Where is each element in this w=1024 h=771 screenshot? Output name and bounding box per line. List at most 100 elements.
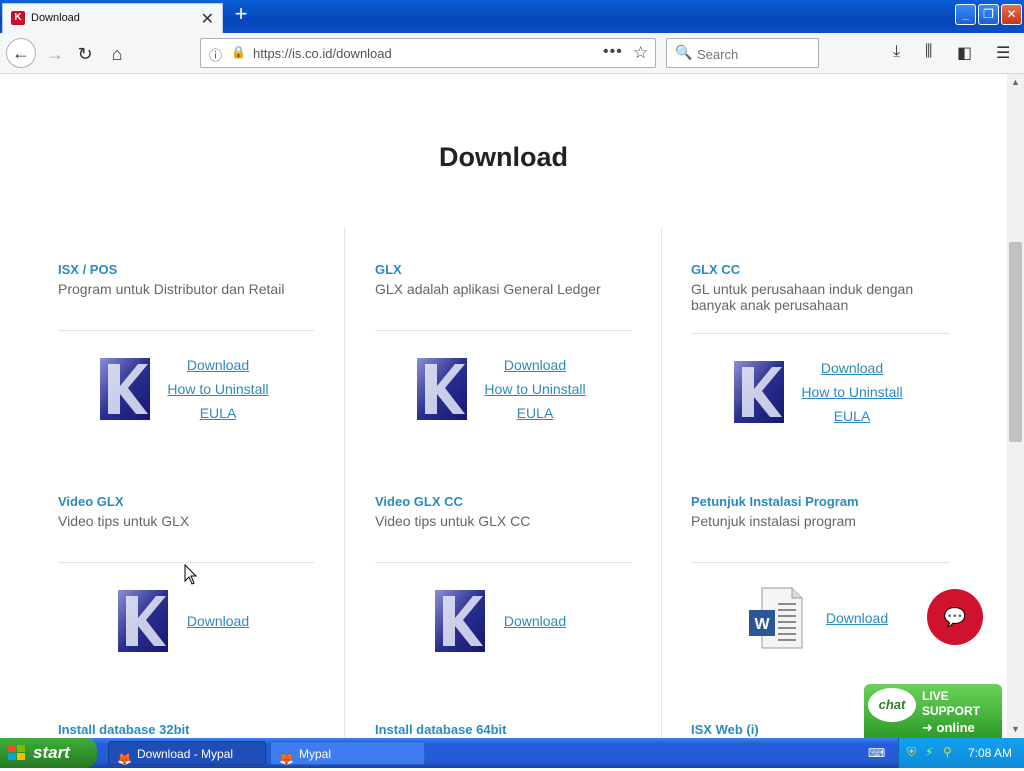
back-button[interactable]: ← [6,38,36,68]
minimize-window-button[interactable]: _ [955,4,976,25]
home-button[interactable]: ⌂ [104,41,130,67]
scroll-up-icon[interactable]: ▲ [1007,74,1024,91]
live-label: LIVE [922,689,949,703]
card-title: Video GLX CC [375,494,463,509]
page-title: Download [439,142,568,172]
system-tray: ⛨ ⚡ ⚲ 7:08 AM [898,738,1024,768]
windows-taskbar: start 🦊 Download - Mypal 🦊 Mypal ⌨ ⛨ ⚡ ⚲… [0,738,1024,768]
online-status: ➜ online [922,720,975,735]
magnifier-icon[interactable]: ⚲ [943,745,952,759]
card-title: ISX Web (i) [691,722,759,737]
kis-logo-icon [417,358,467,420]
chat-button[interactable]: 💬 [927,589,983,645]
forward-button[interactable]: → [42,41,68,67]
uninstall-link[interactable]: How to Uninstall [480,377,590,401]
clock[interactable]: 7:08 AM [968,746,1012,760]
card-description: GLX adalah aplikasi General Ledger [375,281,601,297]
uninstall-link[interactable]: How to Uninstall [797,380,907,404]
scroll-down-icon[interactable]: ▼ [1007,721,1024,738]
kis-logo-icon [118,590,168,652]
download-link[interactable]: Download [480,353,590,377]
start-button[interactable]: start [0,738,97,768]
tab-close-icon[interactable]: ✕ [201,9,214,29]
card-links: Download How to Uninstall EULA [480,353,590,425]
tab-title: Download [31,12,80,24]
card-description: Video tips untuk GLX [58,513,190,529]
card-links: Download [163,609,273,633]
chat-bubble-icon: 💬 [943,607,967,627]
card-separator [375,562,632,563]
search-bar[interactable]: 🔍 Search [666,38,819,68]
kis-logo-icon [435,590,485,652]
card-description: GL untuk perusahaan induk dengan banyak … [691,281,914,313]
card-description: Program untuk Distributor dan Retail [58,281,285,297]
restore-window-button[interactable]: ❐ [978,4,999,25]
shield-icon[interactable]: ⛨ [907,745,916,760]
card-separator [375,330,632,331]
card-separator [691,333,950,334]
mypal-icon: 🦊 [117,752,132,766]
lock-icon: 🔒 [231,45,246,59]
card-separator [58,562,314,563]
card-title: Video GLX [58,494,124,509]
eula-link[interactable]: EULA [163,401,273,425]
download-link[interactable]: Download [802,606,912,630]
word-document-icon: W [749,587,803,649]
eula-link[interactable]: EULA [797,404,907,428]
navigation-toolbar: ← → ↻ ⌂ ⓘ 🔒 https://is.co.id/download ••… [0,33,1024,74]
column-divider [661,227,662,738]
column-divider [344,227,345,738]
card-title: ISX / POS [58,262,118,277]
site-favicon-icon: K [11,11,25,25]
network-icon[interactable]: ⚡ [925,745,933,759]
browser-tab-active[interactable]: K Download ✕ [2,3,223,33]
search-icon: 🔍 [675,44,693,60]
card-description: Video tips untuk GLX CC [375,513,531,529]
site-info-icon[interactable]: ⓘ [209,45,222,64]
browser-title-bar: K Download ✕ + _ ❐ ✕ [0,0,1024,33]
kis-logo-icon [100,358,150,420]
page-content: Download ISX / POS Program untuk Distrib… [0,74,1007,738]
start-label: start [33,743,70,762]
close-window-button[interactable]: ✕ [1001,4,1022,25]
url-text[interactable]: https://is.co.id/download [253,46,392,61]
taskbar-item-label: Download - Mypal [137,747,234,761]
download-link[interactable]: Download [480,609,590,633]
taskbar-item-mypal[interactable]: 🦊 Mypal [270,741,425,766]
card-title: Install database 32bit [58,722,190,737]
download-link[interactable]: Download [163,353,273,377]
card-links: Download [480,609,590,633]
chat-label: chat [868,688,916,722]
svg-text:W: W [754,616,770,633]
page-actions-icon[interactable]: ••• [603,43,623,61]
eula-link[interactable]: EULA [480,401,590,425]
support-label: SUPPORT [922,704,981,718]
card-title: Install database 64bit [375,722,507,737]
card-links: Download How to Uninstall EULA [163,353,273,425]
download-link[interactable]: Download [163,609,273,633]
download-link[interactable]: Download [797,356,907,380]
vertical-scrollbar[interactable]: ▲ ▼ [1007,74,1024,738]
downloads-icon[interactable]: ⤓ [893,43,900,61]
taskbar-item-download-mypal[interactable]: 🦊 Download - Mypal [108,741,266,766]
scrollbar-thumb[interactable] [1009,242,1022,442]
new-tab-button[interactable]: + [230,3,252,26]
bookmark-star-icon[interactable]: ☆ [633,43,648,63]
card-links: Download [802,606,912,630]
card-separator [691,562,950,563]
url-bar[interactable]: ⓘ 🔒 https://is.co.id/download ••• ☆ [200,38,656,68]
reload-button[interactable]: ↻ [72,41,98,67]
uninstall-link[interactable]: How to Uninstall [163,377,273,401]
keyboard-icon[interactable]: ⌨ [868,746,885,760]
card-links: Download How to Uninstall EULA [797,356,907,428]
live-support-widget[interactable]: chat LIVE SUPPORT ➜ online [864,684,1002,738]
online-label: online [936,720,975,735]
taskbar-item-label: Mypal [299,747,332,761]
sidebar-icon[interactable]: ◧ [957,43,972,63]
mypal-icon: 🦊 [279,752,294,766]
card-description: Petunjuk instalasi program [691,513,856,529]
library-icon[interactable]: ⫼ [925,43,932,61]
mouse-cursor-icon [184,564,198,585]
menu-icon[interactable]: ☰ [996,43,1010,63]
live-support-label: LIVE SUPPORT [922,689,980,719]
